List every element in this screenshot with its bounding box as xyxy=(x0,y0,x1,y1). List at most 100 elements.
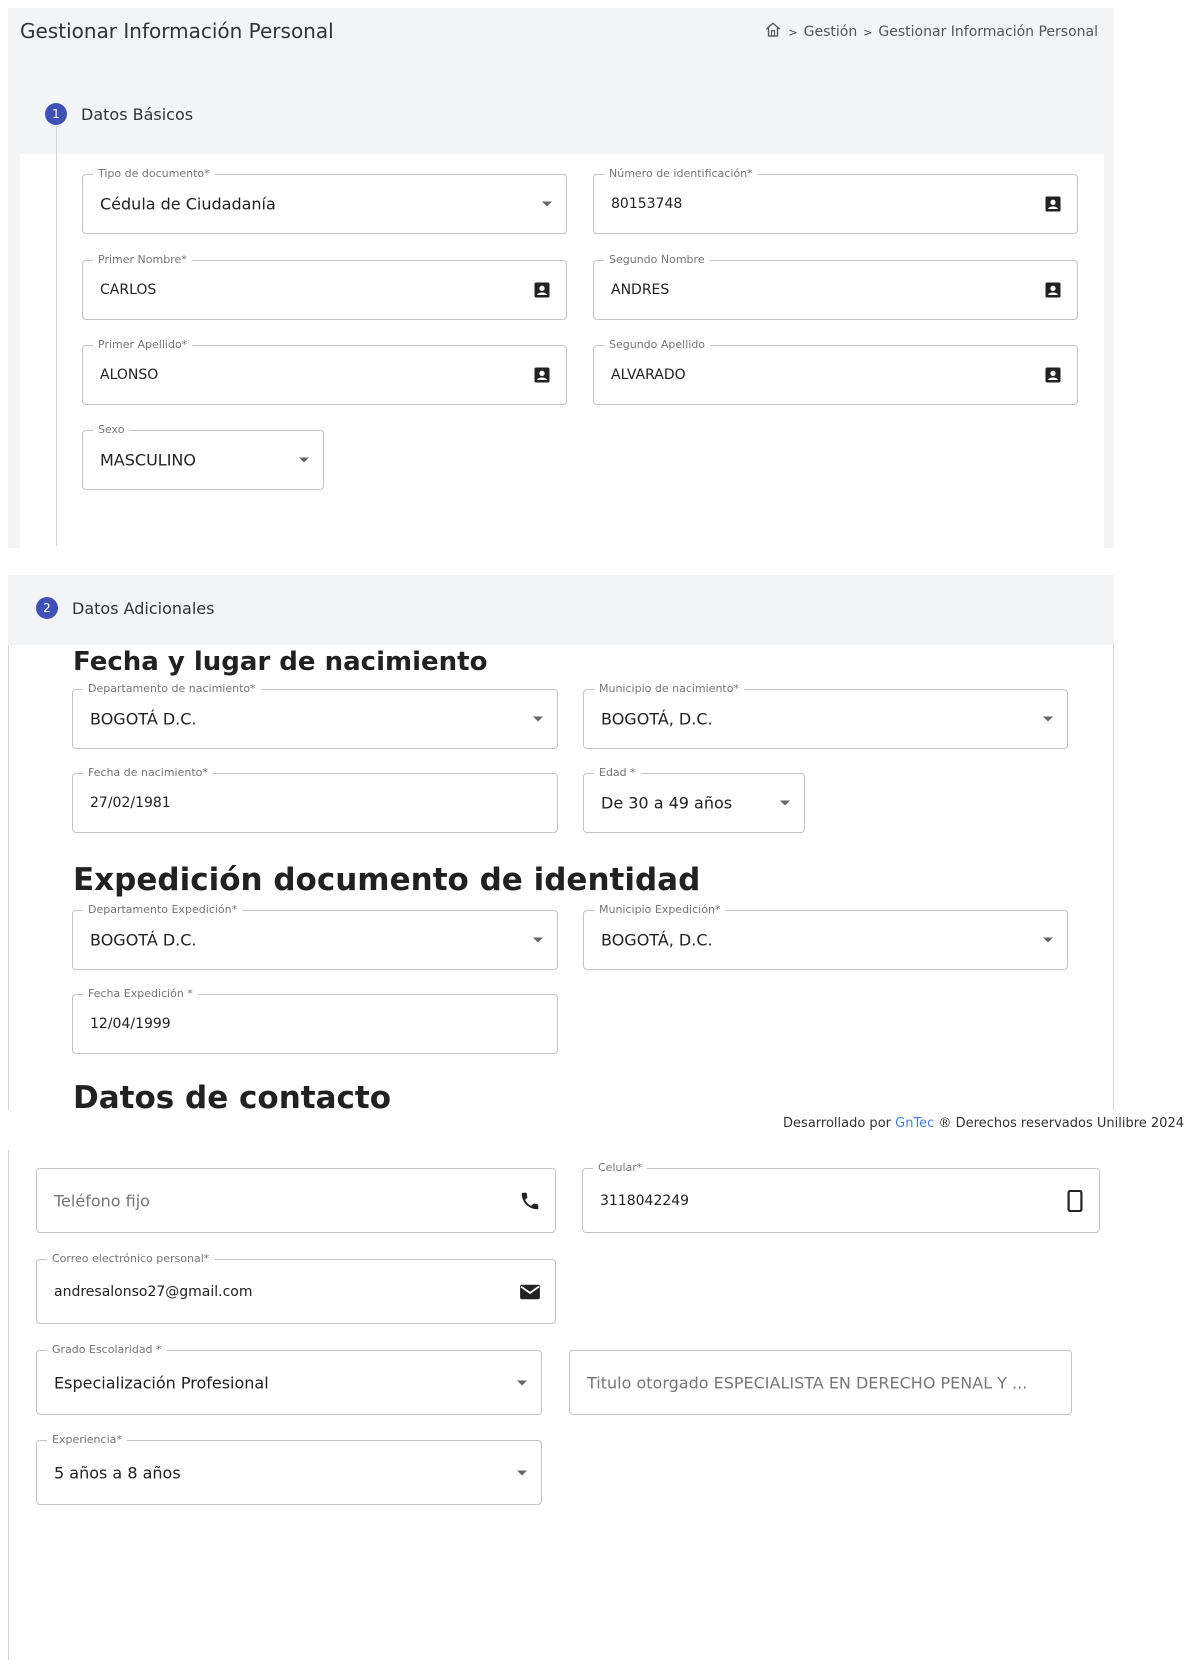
numero-identificacion-label: Número de identificación* xyxy=(604,167,758,181)
celular-value: 3118042249 xyxy=(600,1192,690,1209)
depto-expedicion-select[interactable]: Departamento Expedición* BOGOTÁ D.C. xyxy=(72,903,558,970)
fecha-expedicion-label: Fecha Expedición * xyxy=(83,987,198,1001)
segundo-apellido-input[interactable]: Segundo Apellido ALVARADO xyxy=(593,338,1078,405)
footer-suffix: ® Derechos reservados Unilibre 2024 xyxy=(938,1116,1184,1131)
step2-number: 2 xyxy=(36,597,58,619)
experiencia-value: 5 años a 8 años xyxy=(54,1463,181,1482)
fecha-expedicion-input[interactable]: Fecha Expedición * 12/04/1999 xyxy=(72,987,558,1054)
breadcrumb-separator: > xyxy=(863,25,873,39)
dropdown-caret-icon[interactable] xyxy=(299,457,309,463)
footer-brand-link[interactable]: GnTec xyxy=(895,1116,934,1131)
breadcrumb-item-gestion[interactable]: Gestión xyxy=(804,24,858,40)
edad-value: De 30 a 49 años xyxy=(601,793,733,813)
section-title-contacto: Datos de contacto xyxy=(73,1080,391,1116)
grado-escolaridad-select[interactable]: Grado Escolaridad * Especialización Prof… xyxy=(36,1343,542,1415)
primer-apellido-label: Primer Apellido* xyxy=(93,338,193,352)
segundo-apellido-value: ALVARADO xyxy=(611,367,686,383)
email-icon xyxy=(519,1283,541,1301)
municipio-expedicion-value: BOGOTÁ, D.C. xyxy=(601,930,713,950)
celular-input[interactable]: Celular* 3118042249 xyxy=(582,1161,1100,1233)
primer-nombre-label: Primer Nombre* xyxy=(93,253,192,267)
mobile-phone-icon xyxy=(1065,1189,1085,1212)
segundo-nombre-label: Segundo Nombre xyxy=(604,253,710,267)
municipio-expedicion-select[interactable]: Municipio Expedición* BOGOTÁ, D.C. xyxy=(583,903,1068,970)
section-title-expedicion: Expedición documento de identidad xyxy=(73,862,701,898)
segundo-apellido-label: Segundo Apellido xyxy=(604,338,711,352)
primer-nombre-value: CARLOS xyxy=(100,282,157,298)
phone-icon xyxy=(519,1190,541,1212)
step1-label: Datos Básicos xyxy=(81,104,194,124)
telefono-fijo-input[interactable]: Teléfono fijo xyxy=(36,1168,556,1233)
fecha-nacimiento-input[interactable]: Fecha de nacimiento* 27/02/1981 xyxy=(72,766,558,833)
correo-label: Correo electrónico personal* xyxy=(47,1252,215,1266)
numero-identificacion-value: 80153748 xyxy=(611,196,683,212)
municipio-nacimiento-select[interactable]: Municipio de nacimiento* BOGOTÁ, D.C. xyxy=(583,682,1068,749)
municipio-expedicion-label: Municipio Expedición* xyxy=(594,903,726,917)
dropdown-caret-icon[interactable] xyxy=(517,1470,527,1475)
primer-apellido-input[interactable]: Primer Apellido* ALONSO xyxy=(82,338,567,405)
segundo-nombre-value: ANDRES xyxy=(611,282,670,298)
step1-header[interactable]: 1 Datos Básicos xyxy=(45,103,193,125)
breadcrumb-separator: > xyxy=(788,25,798,39)
step1-connector-line xyxy=(56,126,57,546)
fecha-nacimiento-label: Fecha de nacimiento* xyxy=(83,766,213,780)
grado-escolaridad-label: Grado Escolaridad * xyxy=(47,1343,167,1357)
experiencia-label: Experiencia* xyxy=(47,1433,127,1447)
depto-expedicion-label: Departamento Expedición* xyxy=(83,903,243,917)
contact-card-icon xyxy=(1043,365,1063,385)
fecha-expedicion-value: 12/04/1999 xyxy=(90,1016,171,1032)
contact-card-icon xyxy=(1043,280,1063,300)
depto-nacimiento-select[interactable]: Departamento de nacimiento* BOGOTÁ D.C. xyxy=(72,682,558,749)
depto-nacimiento-value: BOGOTÁ D.C. xyxy=(90,709,197,729)
dropdown-caret-icon[interactable] xyxy=(780,800,790,806)
municipio-nacimiento-value: BOGOTÁ, D.C. xyxy=(601,709,713,729)
celular-label: Celular* xyxy=(593,1161,648,1175)
sexo-select[interactable]: Sexo MASCULINO xyxy=(82,423,324,490)
step1-body-right-strip xyxy=(1104,154,1114,548)
telefono-fijo-placeholder: Teléfono fijo xyxy=(54,1191,150,1210)
experiencia-select[interactable]: Experiencia* 5 años a 8 años xyxy=(36,1433,542,1505)
contact-card-icon xyxy=(532,280,552,300)
grado-escolaridad-value: Especialización Profesional xyxy=(54,1373,269,1392)
step2-header[interactable]: 2 Datos Adicionales xyxy=(36,597,214,619)
home-icon[interactable] xyxy=(764,21,782,43)
step2-connector-line xyxy=(8,645,9,1110)
tipo-documento-select[interactable]: Tipo de documento* Cédula de Ciudadanía xyxy=(82,167,567,234)
dropdown-caret-icon[interactable] xyxy=(1043,716,1053,722)
dropdown-caret-icon[interactable] xyxy=(533,937,543,943)
footer-prefix: Desarrollado por xyxy=(783,1116,891,1131)
numero-identificacion-input[interactable]: Número de identificación* 80153748 xyxy=(593,167,1078,234)
contact-card-icon xyxy=(532,365,552,385)
breadcrumb: > Gestión > Gestionar Información Person… xyxy=(764,21,1098,43)
step2-label: Datos Adicionales xyxy=(72,598,215,618)
edad-label: Edad * xyxy=(594,766,641,780)
contact-card-icon xyxy=(1043,194,1063,214)
tipo-documento-value: Cédula de Ciudadanía xyxy=(100,194,276,214)
breadcrumb-item-current: Gestionar Información Personal xyxy=(878,24,1098,40)
dropdown-caret-icon[interactable] xyxy=(1043,937,1053,943)
section-title-nacimiento: Fecha y lugar de nacimiento xyxy=(73,647,488,677)
step1-body-left-strip xyxy=(8,154,20,548)
segundo-nombre-input[interactable]: Segundo Nombre ANDRES xyxy=(593,253,1078,320)
contact-left-border xyxy=(8,1150,9,1660)
primer-nombre-input[interactable]: Primer Nombre* CARLOS xyxy=(82,253,567,320)
dropdown-caret-icon[interactable] xyxy=(517,1380,527,1385)
footer: Desarrollado por GnTec ® Derechos reserv… xyxy=(783,1116,1184,1131)
titulo-otorgado-input[interactable]: Titulo otorgado ESPECIALISTA EN DERECHO … xyxy=(569,1350,1072,1415)
correo-input[interactable]: Correo electrónico personal* andresalons… xyxy=(36,1252,556,1324)
step1-number: 1 xyxy=(45,103,67,125)
titulo-otorgado-value: Titulo otorgado ESPECIALISTA EN DERECHO … xyxy=(587,1373,1028,1392)
edad-select[interactable]: Edad * De 30 a 49 años xyxy=(583,766,805,833)
fecha-nacimiento-value: 27/02/1981 xyxy=(90,795,171,811)
municipio-nacimiento-label: Municipio de nacimiento* xyxy=(594,682,744,696)
primer-apellido-value: ALONSO xyxy=(100,367,159,383)
dropdown-caret-icon[interactable] xyxy=(542,201,552,207)
correo-value: andresalonso27@gmail.com xyxy=(54,1283,253,1300)
depto-nacimiento-label: Departamento de nacimiento* xyxy=(83,682,261,696)
depto-expedicion-value: BOGOTÁ D.C. xyxy=(90,930,197,950)
tipo-documento-label: Tipo de documento* xyxy=(93,167,215,181)
sexo-value: MASCULINO xyxy=(100,450,196,470)
dropdown-caret-icon[interactable] xyxy=(533,716,543,722)
sexo-label: Sexo xyxy=(93,423,130,437)
step2-right-border xyxy=(1113,645,1114,1110)
